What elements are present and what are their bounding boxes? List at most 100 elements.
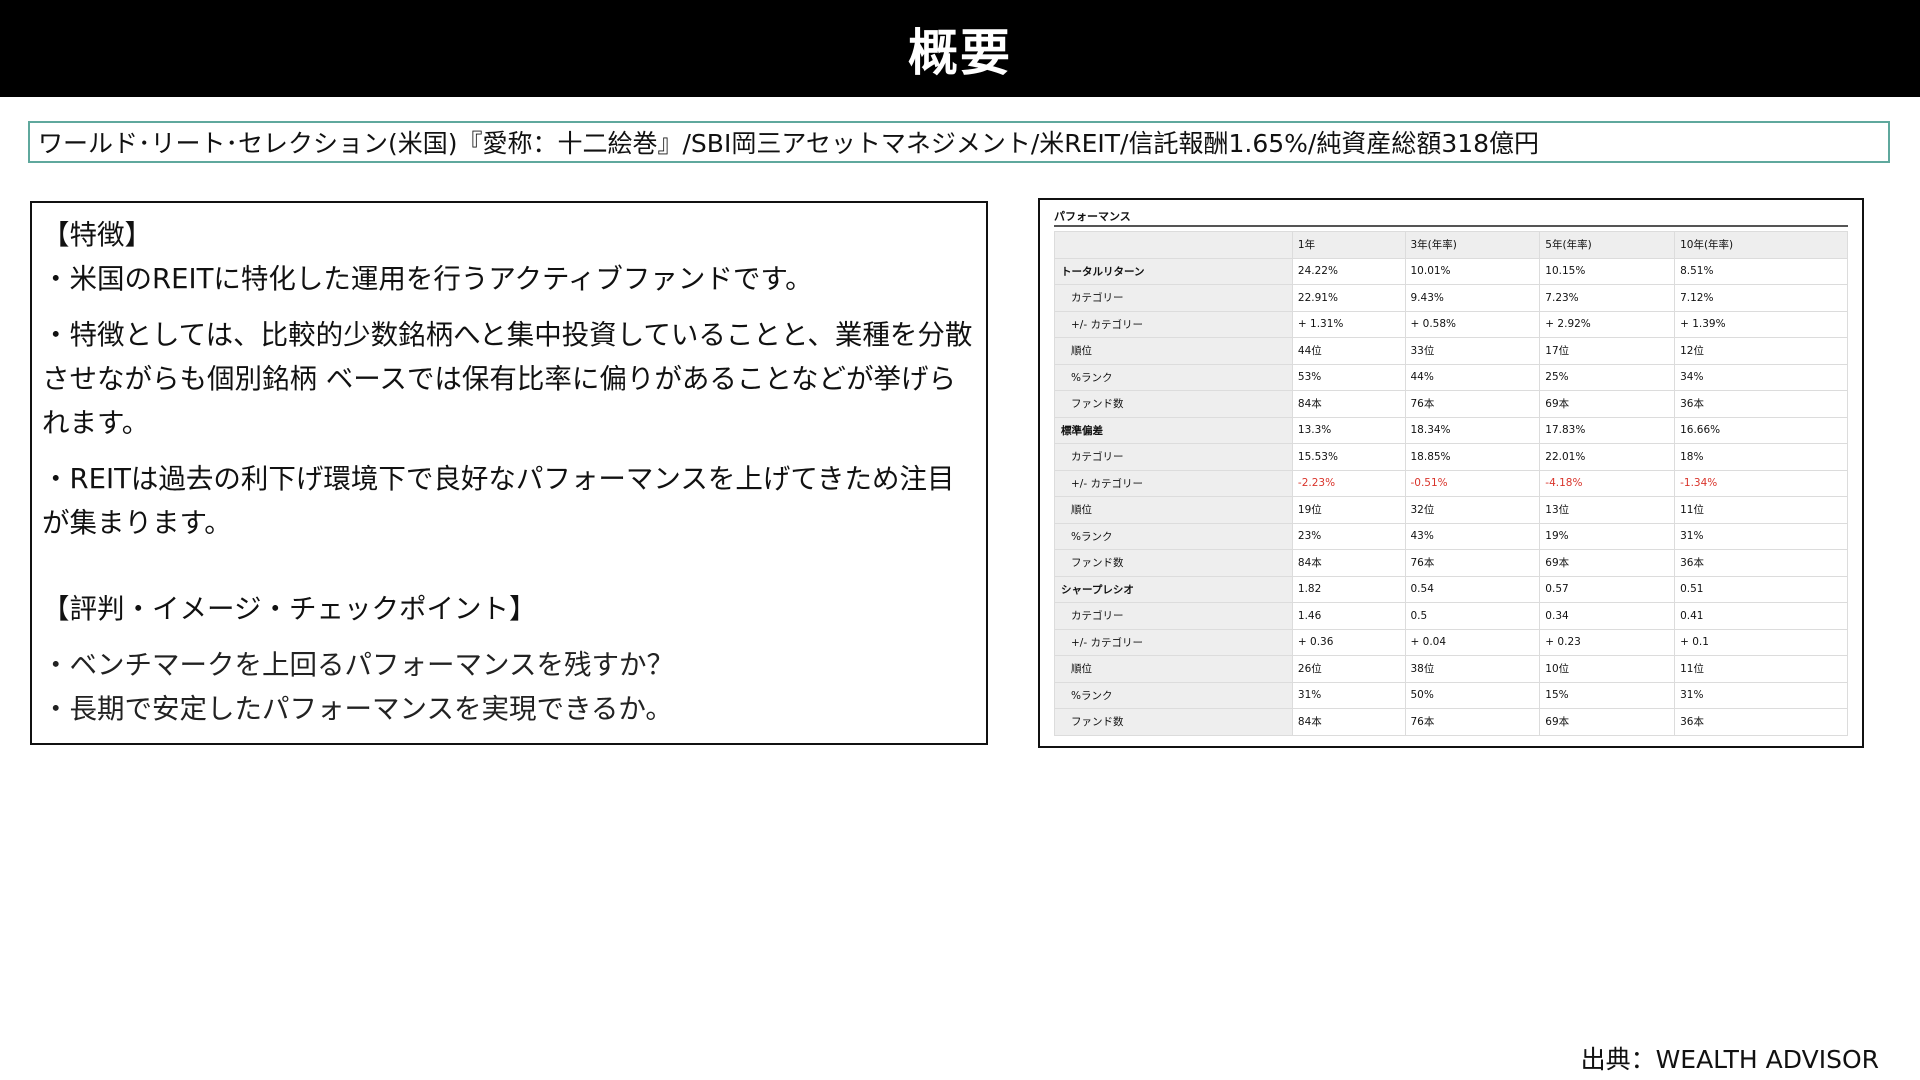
table-cell: 76本 [1404,390,1541,418]
table-cell: 16.66% [1674,416,1848,444]
row-label: +/- カテゴリー [1054,628,1293,656]
table-cell: 84本 [1291,708,1406,736]
table-cell: 0.41 [1674,602,1848,630]
table-cell: 84本 [1291,549,1406,577]
row-label: カテゴリー [1054,602,1293,630]
table-cell: + 1.31% [1291,310,1406,338]
features-heading: 【特徴】 [42,219,152,251]
table-cell: 22.91% [1291,284,1406,312]
table-cell: 50% [1404,681,1541,709]
table-cell: 8.51% [1674,257,1848,285]
table-cell: 18% [1674,443,1848,471]
table-cell: 0.51 [1674,575,1848,603]
title-bar: 概要 [0,0,1920,97]
reputation-heading: 【評判・イメージ・チェックポイント】 [42,593,537,625]
table-cell: 44位 [1291,337,1406,365]
table-cell: 11位 [1674,655,1848,683]
table-cell: + 1.39% [1674,310,1848,338]
table-cell: 38位 [1404,655,1541,683]
table-cell: 0.57 [1539,575,1676,603]
table-cell: 19% [1539,522,1676,550]
table-cell: 18.85% [1404,443,1541,471]
table-cell: 26位 [1291,655,1406,683]
row-label: 順位 [1054,655,1293,683]
row-label: ファンド数 [1054,390,1293,418]
feature-item: ・特徴としては、比較的少数銘柄へと集中投資していることと、業種を分散させながらも… [42,319,973,439]
table-cell: 36本 [1674,549,1848,577]
table-cell: 69本 [1539,549,1676,577]
performance-table: 1年 3年(年率) 5年(年率) 10年(年率) トータルリターン 24.22% 10.01… [1054,231,1848,736]
table-cell: 0.34 [1539,602,1676,630]
table-row: カテゴリー 22.91% 9.43% 7.23% 7.12% [1054,284,1848,312]
table-cell: 84本 [1291,390,1406,418]
performance-table-body: 1年 3年(年率) 5年(年率) 10年(年率) トータルリターン 24.22% 10.01… [1054,231,1848,736]
table-cell: 15% [1539,681,1676,709]
feature-item: ・米国のREITに特化した運用を行うアクティブファンドです。 [42,263,813,295]
column-header: 3年(年率) [1404,231,1541,259]
table-cell: 44% [1404,363,1541,391]
table-cell: 1.82 [1291,575,1406,603]
row-label: カテゴリー [1054,284,1293,312]
table-cell: -2.23% [1291,469,1406,497]
table-cell: 17.83% [1539,416,1676,444]
table-cell: 10.15% [1539,257,1676,285]
table-row: カテゴリー 1.46 0.5 0.34 0.41 [1054,602,1848,630]
table-cell: 11位 [1674,496,1848,524]
table-row: ファンド数 84本 76本 69本 36本 [1054,549,1848,577]
table-row: カテゴリー 15.53% 18.85% 22.01% 18% [1054,443,1848,471]
table-cell: 7.23% [1539,284,1676,312]
table-row: 順位 19位 32位 13位 11位 [1054,496,1848,524]
table-cell: 1.46 [1291,602,1406,630]
row-label: カテゴリー [1054,443,1293,471]
row-label: シャープレシオ [1054,575,1293,603]
row-label: トータルリターン [1054,257,1293,285]
table-cell: 76本 [1404,708,1541,736]
column-header: 10年(年率) [1674,231,1848,259]
table-cell: 15.53% [1291,443,1406,471]
table-cell: 33位 [1404,337,1541,365]
table-cell: 32位 [1404,496,1541,524]
table-header-row: 1年 3年(年率) 5年(年率) 10年(年率) [1054,231,1848,259]
row-label: +/- カテゴリー [1054,310,1293,338]
table-row: +/- カテゴリー + 1.31% + 0.58% + 2.92% + 1.39% [1054,310,1848,338]
table-cell: 31% [1291,681,1406,709]
performance-title: パフォーマンス [1054,208,1848,227]
table-cell: 76本 [1404,549,1541,577]
row-label: 順位 [1054,337,1293,365]
table-row: %ランク 53% 44% 25% 34% [1054,363,1848,391]
row-label: 標準偏差 [1054,416,1293,444]
table-cell: + 0.36 [1291,628,1406,656]
table-row: 順位 44位 33位 17位 12位 [1054,337,1848,365]
row-label: ファンド数 [1054,708,1293,736]
table-cell: 31% [1674,522,1848,550]
table-row: 順位 26位 38位 10位 11位 [1054,655,1848,683]
table-cell: 10.01% [1404,257,1541,285]
table-cell: 69本 [1539,390,1676,418]
source-credit: 出典：WEALTH ADVISOR [1580,1045,1879,1074]
column-header: 5年(年率) [1539,231,1676,259]
checkpoint-item: ・長期で安定したパフォーマンスを実現できるか。 [42,693,673,725]
table-row: シャープレシオ 1.82 0.54 0.57 0.51 [1054,575,1848,603]
row-label: %ランク [1054,522,1293,550]
table-cell: 22.01% [1539,443,1676,471]
column-header [1054,231,1293,259]
table-row: %ランク 23% 43% 19% 31% [1054,522,1848,550]
table-cell: + 0.1 [1674,628,1848,656]
table-cell: + 0.04 [1404,628,1541,656]
table-row: 標準偏差 13.3% 18.34% 17.83% 16.66% [1054,416,1848,444]
table-cell: 25% [1539,363,1676,391]
table-row: ファンド数 84本 76本 69本 36本 [1054,390,1848,418]
row-label: %ランク [1054,681,1293,709]
table-cell: 19位 [1291,496,1406,524]
checkpoint-item: ・ベンチマークを上回るパフォーマンスを残すか？ [42,649,674,681]
row-label: %ランク [1054,363,1293,391]
table-cell: 7.12% [1674,284,1848,312]
slide-title: 概要 [908,23,1012,82]
table-cell: 13位 [1539,496,1676,524]
table-cell: 36本 [1674,390,1848,418]
table-cell: 34% [1674,363,1848,391]
table-cell: 0.5 [1404,602,1541,630]
table-cell: 69本 [1539,708,1676,736]
table-cell: 23% [1291,522,1406,550]
